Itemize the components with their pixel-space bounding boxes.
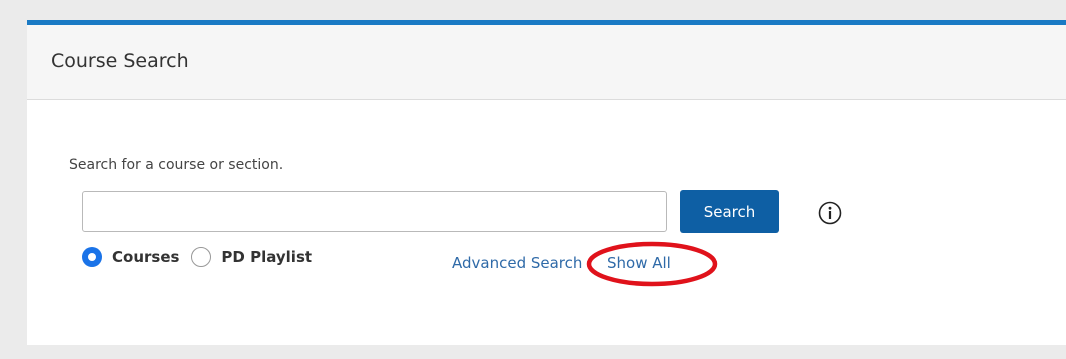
course-search-panel: Course Search Search for a course or sec… — [27, 20, 1066, 345]
radio-label-pd-playlist: PD Playlist — [221, 248, 313, 266]
radio-button-pd-playlist[interactable] — [191, 247, 212, 267]
search-button[interactable]: Search — [680, 190, 779, 233]
panel-header: Course Search — [27, 25, 1066, 100]
radio-button-courses[interactable] — [82, 247, 102, 267]
radio-option-courses[interactable]: Courses — [82, 247, 179, 267]
advanced-search-link[interactable]: Advanced Search — [452, 254, 582, 272]
info-circle-icon[interactable] — [818, 201, 842, 225]
search-input[interactable] — [82, 191, 667, 232]
page-title: Course Search — [51, 50, 189, 72]
search-instruction: Search for a course or section. — [69, 157, 284, 173]
radio-label-courses: Courses — [112, 248, 180, 266]
search-type-radio-group: Courses PD Playlist — [82, 245, 324, 269]
radio-option-pd-playlist[interactable]: PD Playlist — [191, 247, 312, 267]
show-all-link[interactable]: Show All — [607, 254, 671, 272]
